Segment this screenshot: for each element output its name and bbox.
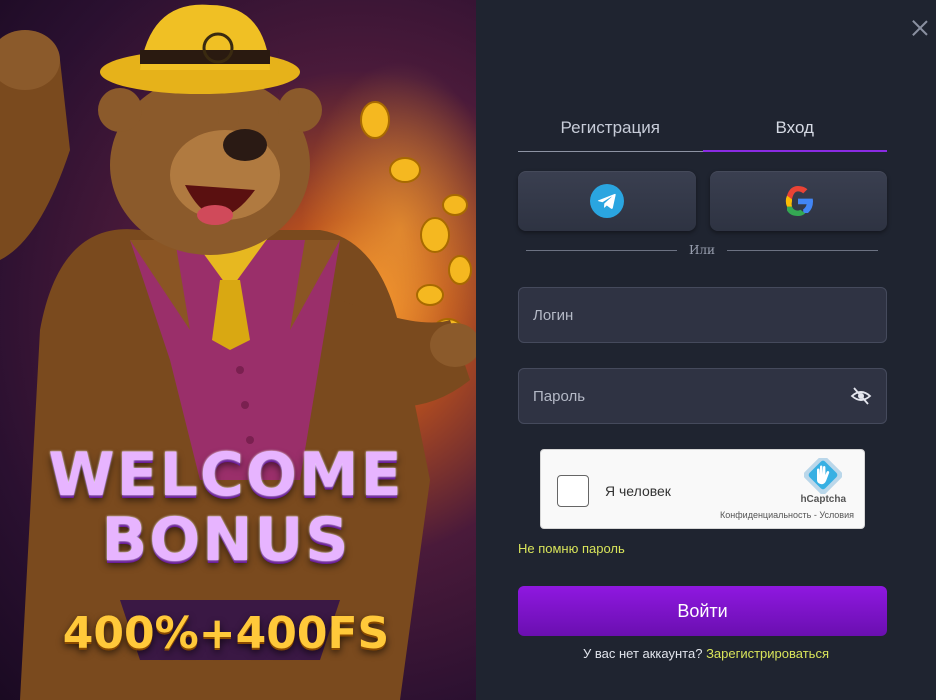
google-icon (786, 186, 814, 216)
tab-login[interactable]: Вход (702, 110, 887, 152)
hcaptcha-widget: Я человек hCaptcha Конфиденциальность - … (540, 449, 865, 529)
login-button[interactable]: Войти (518, 586, 887, 636)
telegram-icon (589, 184, 624, 218)
promo-headline-bonus: BONUS (101, 505, 351, 575)
promo-offer: 400%+400FS (62, 608, 390, 659)
bear-mascot-illustration (0, 4, 476, 700)
promo-banner: WELCOME BONUS 400%+400FS (0, 0, 476, 700)
captcha-links[interactable]: Конфиденциальность - Условия (720, 510, 854, 520)
divider-line (727, 249, 878, 251)
eye-slash-icon[interactable] (850, 385, 872, 407)
captcha-brand: hCaptcha (800, 494, 846, 505)
forgot-password-link[interactable]: Не помню пароль (518, 541, 625, 556)
captcha-checkbox[interactable] (557, 475, 589, 507)
login-input[interactable] (533, 306, 872, 324)
or-divider: Или (526, 243, 878, 257)
divider-line (526, 249, 677, 251)
telegram-login-button[interactable] (518, 171, 696, 231)
divider-text: Или (688, 243, 716, 257)
auth-modal: WELCOME BONUS 400%+400FS Регистрация Вхо… (0, 0, 936, 700)
password-field[interactable] (518, 368, 887, 424)
signup-link[interactable]: Зарегистрироваться (706, 646, 829, 661)
signup-prompt: У вас нет аккаунта? Зарегистрироваться (476, 646, 936, 661)
login-field[interactable] (518, 287, 887, 343)
promo-headline-welcome: WELCOME (48, 440, 404, 510)
social-login-buttons (518, 171, 887, 231)
hcaptcha-logo-icon (804, 458, 842, 494)
auth-tabs: Регистрация Вход (518, 110, 887, 152)
captcha-label: Я человек (605, 483, 671, 499)
signup-prompt-text: У вас нет аккаунта? (583, 646, 703, 661)
tab-registration[interactable]: Регистрация (518, 110, 703, 152)
password-input[interactable] (533, 387, 850, 405)
close-icon[interactable] (910, 18, 930, 38)
login-panel: Регистрация Вход Или Логин Я человек hCa… (476, 0, 936, 700)
google-login-button[interactable] (709, 171, 887, 231)
